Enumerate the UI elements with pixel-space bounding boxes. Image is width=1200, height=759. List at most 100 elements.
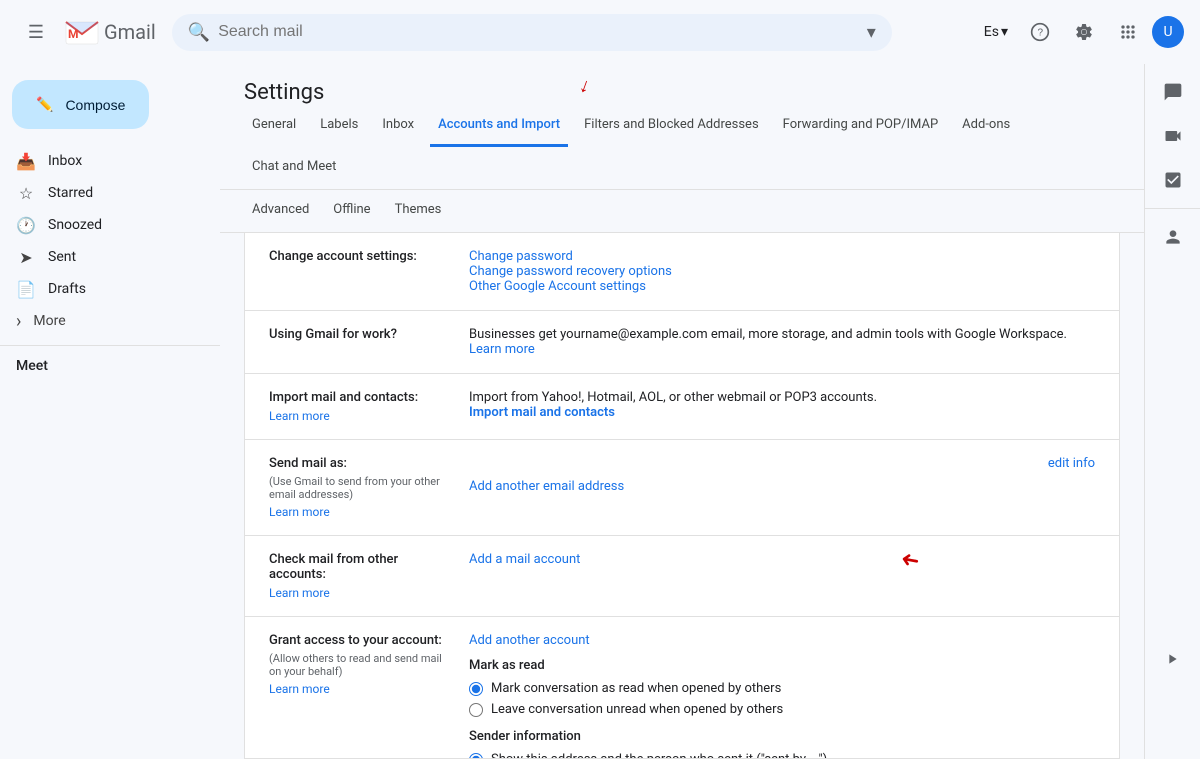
grant-access-learn-more[interactable]: Learn more: [269, 682, 453, 696]
radio-show-both[interactable]: Show this address and the person who sen…: [469, 752, 1095, 759]
sender-info-radio-group: Show this address and the person who sen…: [469, 752, 1095, 759]
search-input[interactable]: [218, 23, 859, 41]
radio-leave-unread[interactable]: Leave conversation unread when opened by…: [469, 702, 1095, 717]
help-icon: ?: [1030, 22, 1050, 42]
right-panel-icon-2[interactable]: [1153, 116, 1193, 156]
tab-addons[interactable]: Add-ons: [954, 105, 1018, 147]
tabs-container: General Labels Inbox Accounts and Import…: [220, 105, 1144, 190]
change-recovery-link[interactable]: Change password recovery options: [469, 264, 672, 279]
sidebar-item-starred[interactable]: ☆ Starred: [0, 177, 204, 209]
radio-leave-unread-input[interactable]: [469, 703, 483, 717]
content-area: Settings General Labels Inbox Accounts a…: [220, 64, 1144, 759]
grant-access-label: Grant access to your account:: [269, 633, 453, 648]
settings-title: Settings: [220, 64, 1144, 105]
settings-tabs: General Labels Inbox Accounts and Import…: [220, 105, 1144, 190]
change-account-label: Change account settings:: [269, 249, 453, 264]
avatar-initial: U: [1163, 24, 1172, 40]
gmail-work-learn-more[interactable]: Learn more: [469, 342, 535, 357]
tab-chat[interactable]: Chat and Meet: [244, 147, 344, 189]
compose-icon: ✏️: [36, 96, 53, 113]
sub-tab-advanced[interactable]: Advanced: [244, 194, 317, 228]
radio-mark-read-input[interactable]: [469, 682, 483, 696]
compose-button[interactable]: ✏️ Compose: [12, 80, 149, 129]
edit-info-link[interactable]: edit info: [1048, 456, 1095, 471]
search-box[interactable]: 🔍 ▾: [172, 14, 892, 51]
apps-button[interactable]: [1108, 12, 1148, 52]
sidebar-item-label: Sent: [48, 249, 76, 265]
expand-icon: [1164, 651, 1180, 667]
row-content-grant-access: Add another account Mark as read Mark co…: [469, 633, 1095, 759]
right-panel-divider: [1145, 208, 1200, 209]
import-mail-text: Import from Yahoo!, Hotmail, AOL, or oth…: [469, 390, 1095, 405]
add-another-account-link[interactable]: Add another account: [469, 633, 590, 648]
sub-tab-themes[interactable]: Themes: [387, 194, 450, 228]
row-import-mail: Import mail and contacts: Learn more Imp…: [245, 374, 1119, 440]
svg-text:?: ?: [1038, 27, 1044, 38]
gmail-work-text: Businesses get yourname@example.com emai…: [469, 327, 1095, 342]
tab-accounts[interactable]: Accounts and Import: [430, 105, 568, 147]
settings-button[interactable]: [1064, 12, 1104, 52]
top-icons: Es ▾ ?: [976, 12, 1184, 52]
right-panel-icon-1[interactable]: [1153, 72, 1193, 112]
language-selector[interactable]: Es ▾: [976, 20, 1016, 44]
send-mail-label: Send mail as:: [269, 456, 453, 471]
check-mail-label: Check mail from other accounts:: [269, 552, 453, 582]
tab-general[interactable]: General: [244, 105, 304, 147]
tab-filters[interactable]: Filters and Blocked Addresses: [576, 105, 767, 147]
gmail-logo-svg: M: [64, 18, 100, 46]
sidebar-item-label: Snoozed: [48, 217, 102, 233]
import-mail-contacts-link[interactable]: Import mail and contacts: [469, 405, 615, 420]
tab-labels[interactable]: Labels: [312, 105, 366, 147]
google-account-link[interactable]: Other Google Account settings: [469, 279, 646, 294]
search-icon: 🔍: [188, 22, 210, 43]
right-panel-icon-4[interactable]: [1153, 217, 1193, 257]
right-panel-icon-3[interactable]: [1153, 160, 1193, 200]
sidebar-divider: [0, 345, 220, 346]
import-mail-learn-more[interactable]: Learn more: [269, 409, 453, 423]
import-mail-label: Import mail and contacts:: [269, 390, 453, 405]
language-label: Es: [984, 24, 999, 40]
radio-mark-read-label: Mark conversation as read when opened by…: [491, 681, 781, 696]
compose-label: Compose: [65, 97, 125, 113]
check-mail-learn-more[interactable]: Learn more: [269, 586, 453, 600]
row-content-check-mail: Add a mail account: [469, 552, 1095, 600]
sidebar-item-drafts[interactable]: 📄 Drafts: [0, 273, 204, 305]
sub-tab-offline[interactable]: Offline: [325, 194, 378, 228]
avatar[interactable]: U: [1152, 16, 1184, 48]
add-email-link[interactable]: Add another email address: [469, 479, 624, 494]
sidebar-item-snoozed[interactable]: 🕐 Snoozed: [0, 209, 204, 241]
menu-icon[interactable]: ☰: [16, 12, 56, 52]
tab-inbox[interactable]: Inbox: [374, 105, 422, 147]
mark-as-read-title: Mark as read: [469, 658, 1095, 673]
advanced-search-icon[interactable]: ▾: [867, 22, 876, 43]
row-label-send-mail: Send mail as: (Use Gmail to send from yo…: [269, 456, 469, 519]
main-area: ✏️ Compose 📥 Inbox ☆ Starred 🕐 Snoozed ➤…: [0, 64, 1200, 759]
svg-text:M: M: [68, 27, 79, 41]
change-password-link[interactable]: Change password: [469, 249, 573, 264]
radio-mark-read[interactable]: Mark conversation as read when opened by…: [469, 681, 1095, 696]
chat-icon: [1163, 82, 1183, 102]
grant-access-sub: (Allow others to read and send mail on y…: [269, 652, 453, 678]
row-send-mail: Send mail as: (Use Gmail to send from yo…: [245, 440, 1119, 536]
radio-show-both-input[interactable]: [469, 753, 483, 759]
row-content-send-mail: edit info Add another email address: [469, 456, 1095, 519]
settings-content: Change account settings: Change password…: [244, 233, 1120, 759]
send-mail-learn-more[interactable]: Learn more: [269, 505, 453, 519]
gmail-logo: M Gmail: [64, 18, 156, 46]
tab-forwarding[interactable]: Forwarding and POP/IMAP: [775, 105, 947, 147]
drafts-icon: 📄: [16, 280, 36, 299]
sidebar-item-inbox[interactable]: 📥 Inbox: [0, 145, 204, 177]
sub-tabs: Advanced Offline Themes: [220, 190, 1144, 233]
send-mail-sub: (Use Gmail to send from your other email…: [269, 475, 453, 501]
send-mail-with-edit: edit info: [469, 456, 1095, 471]
help-button[interactable]: ?: [1020, 12, 1060, 52]
row-content-gmail-work: Businesses get yourname@example.com emai…: [469, 327, 1095, 357]
row-label-import-mail: Import mail and contacts: Learn more: [269, 390, 469, 423]
right-panel-expand[interactable]: [1144, 639, 1200, 679]
inbox-icon: 📥: [16, 152, 36, 171]
sidebar-item-sent[interactable]: ➤ Sent: [0, 241, 204, 273]
sidebar-item-more[interactable]: › More: [0, 305, 220, 337]
sidebar-item-label: Inbox: [48, 153, 82, 169]
row-content-change-account: Change password Change password recovery…: [469, 249, 1095, 294]
add-mail-account-link[interactable]: Add a mail account: [469, 552, 580, 567]
